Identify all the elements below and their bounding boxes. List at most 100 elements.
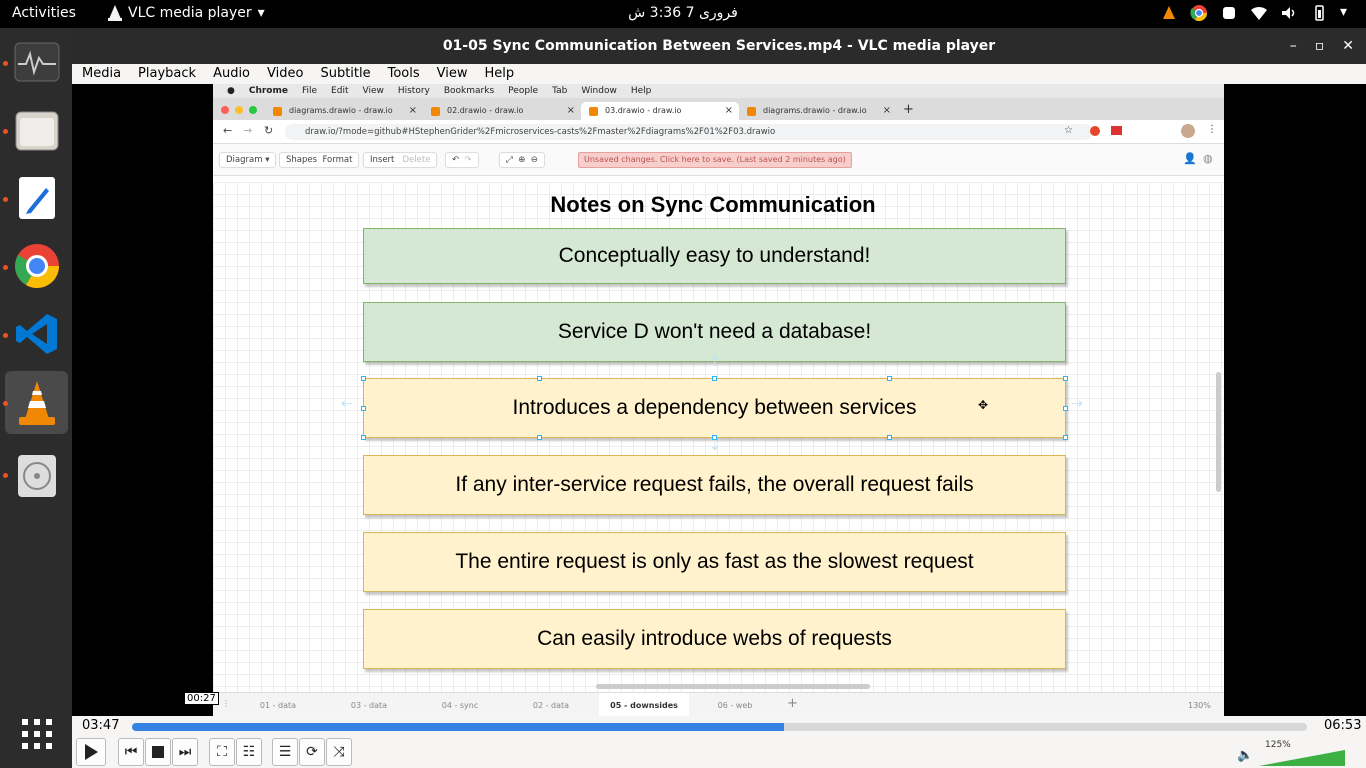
next-button[interactable]: ⏭: [172, 738, 198, 766]
diagram-title: Notes on Sync Communication: [550, 192, 876, 217]
play-button[interactable]: [76, 738, 106, 766]
selection-handle: [537, 376, 542, 381]
browser-tab-label: diagrams.drawio - draw.io: [289, 106, 393, 115]
browser-tab: diagrams.drawio - draw.io ×: [265, 102, 423, 120]
note-box: Conceptually easy to understand!: [363, 228, 1066, 284]
canvas-vertical-scrollbar: [1216, 372, 1221, 492]
note-text: Conceptually easy to understand!: [558, 244, 871, 267]
system-monitor-icon[interactable]: [5, 30, 68, 93]
mac-menu-item: File: [301, 86, 318, 96]
diagram-canvas: Notes on Sync Communication Conceptually…: [213, 182, 1224, 692]
volume-wedge: [1259, 750, 1345, 766]
selection-handle: [361, 435, 366, 440]
text-editor-icon[interactable]: [5, 166, 68, 229]
mac-menu-item: Help: [630, 86, 652, 96]
seek-time-tooltip: 00:27: [184, 692, 219, 705]
menu-playback[interactable]: Playback: [128, 64, 203, 84]
previous-button[interactable]: ⏮: [118, 738, 144, 766]
page-tab: 03 - data: [350, 701, 388, 710]
browser-tab-active: 03.drawio - draw.io ×: [581, 102, 739, 120]
minimize-icon[interactable]: –: [1290, 28, 1297, 64]
menu-tools[interactable]: Tools: [378, 64, 427, 84]
speaker-icon[interactable]: 🔈: [1237, 748, 1253, 763]
close-icon: ×: [882, 105, 891, 116]
stop-button[interactable]: [145, 738, 171, 766]
system-tray[interactable]: ▾: [1160, 4, 1350, 22]
connect-arrow-down-icon: ⇣: [709, 438, 721, 454]
menu-subtitle[interactable]: Subtitle: [310, 64, 377, 84]
fullscreen-button[interactable]: ⛶: [209, 738, 235, 766]
chrome-tray-icon[interactable]: [1190, 4, 1208, 22]
files-icon[interactable]: [5, 98, 68, 161]
notification-icon[interactable]: [1220, 4, 1238, 22]
page-tab-active: 05 - downsides: [599, 693, 689, 716]
zoom-out-icon: ⊖: [530, 155, 538, 165]
volume-icon[interactable]: [1280, 4, 1298, 22]
selection-handle: [887, 376, 892, 381]
extended-settings-button[interactable]: ☷: [236, 738, 262, 766]
total-time: 06:53: [1324, 718, 1362, 733]
stop-icon: [152, 746, 164, 758]
chrome-icon[interactable]: [5, 234, 68, 297]
battery-icon[interactable]: [1310, 4, 1328, 22]
browser-tab: diagrams.drawio - draw.io ×: [739, 102, 897, 120]
vlc-dock-icon[interactable]: [5, 371, 68, 434]
menu-media[interactable]: Media: [72, 64, 128, 84]
star-icon: ☆: [1064, 125, 1073, 136]
browser-tab: 02.drawio - draw.io ×: [423, 102, 581, 120]
connect-arrow-right-icon: ⇢: [1071, 396, 1083, 412]
loop-button[interactable]: ⟳: [299, 738, 325, 766]
unsaved-changes-banner: Unsaved changes. Click here to save. (La…: [578, 152, 852, 168]
wifi-icon[interactable]: [1250, 4, 1268, 22]
note-text: If any inter-service request fails, the …: [455, 473, 974, 496]
insert-delete-group: Insert Delete: [363, 152, 438, 168]
close-icon: ×: [408, 105, 417, 116]
selection-handle: [361, 406, 366, 411]
drawio-icon: [747, 107, 756, 116]
vscode-icon[interactable]: [5, 302, 68, 365]
dock: [0, 28, 72, 768]
next-icon: ⏭: [178, 744, 192, 760]
vlc-tray-icon[interactable]: [1160, 4, 1178, 22]
playlist-button[interactable]: ☰: [272, 738, 298, 766]
mac-menu-item: Edit: [331, 86, 349, 96]
back-icon: ←: [223, 124, 233, 137]
volume-slider[interactable]: 125% 🔈: [1237, 740, 1347, 766]
menu-help[interactable]: Help: [475, 64, 522, 84]
show-apps-icon[interactable]: [5, 702, 68, 765]
fit-icon: ⤢: [506, 155, 513, 165]
canvas-scrollbar: [596, 684, 870, 689]
seek-bar[interactable]: [132, 723, 1307, 731]
page-tabs: ⋮ 01 - data 03 - data 04 - sync 02 - dat…: [213, 692, 1224, 716]
mac-menu-bar: ● Chrome File Edit View History Bookmark…: [213, 84, 1224, 98]
menu-audio[interactable]: Audio: [203, 64, 257, 84]
new-tab-icon: +: [903, 102, 914, 117]
mac-menu-item: History: [397, 86, 430, 96]
connect-arrow-left-icon: ⇠: [341, 396, 353, 412]
browser-address-bar: ← → ↻ draw.io/?mode=github#HStephenGride…: [213, 120, 1224, 144]
diagram-menu: Diagram ▾: [219, 152, 277, 168]
mac-menu-item: Bookmarks: [443, 86, 495, 96]
note-box: The entire request is only as fast as th…: [363, 532, 1066, 592]
disk-icon[interactable]: [5, 444, 68, 507]
mac-menu-item: View: [362, 86, 384, 96]
note-box: Service D won't need a database!: [363, 302, 1066, 362]
note-text: Can easily introduce webs of requests: [537, 627, 892, 650]
window-titlebar[interactable]: 01-05 Sync Communication Between Service…: [72, 28, 1366, 64]
video-frame[interactable]: ● Chrome File Edit View History Bookmark…: [213, 84, 1224, 716]
menu-view[interactable]: View: [427, 64, 475, 84]
play-icon: [85, 744, 98, 760]
selection-handle: [1063, 406, 1068, 411]
selection-handle: [712, 376, 717, 381]
selection-handle: [537, 435, 542, 440]
menu-video[interactable]: Video: [257, 64, 310, 84]
page-tab: 02 - data: [532, 701, 570, 710]
selection-handle: [1063, 376, 1068, 381]
close-icon[interactable]: ✕: [1342, 28, 1354, 64]
maximize-icon[interactable]: ▫: [1315, 28, 1325, 64]
view-tools-group: ⤢ ⊕ ⊖: [499, 152, 545, 168]
power-menu-chevron-icon[interactable]: ▾: [1340, 4, 1350, 22]
volume-level: 125%: [1265, 740, 1291, 750]
shuffle-button[interactable]: ⤨: [326, 738, 352, 766]
player-controls: 03:47 06:53 ⏮ ⏭ ⛶ ☷ ☰ ⟳ ⤨ 125% 🔈: [72, 716, 1366, 768]
